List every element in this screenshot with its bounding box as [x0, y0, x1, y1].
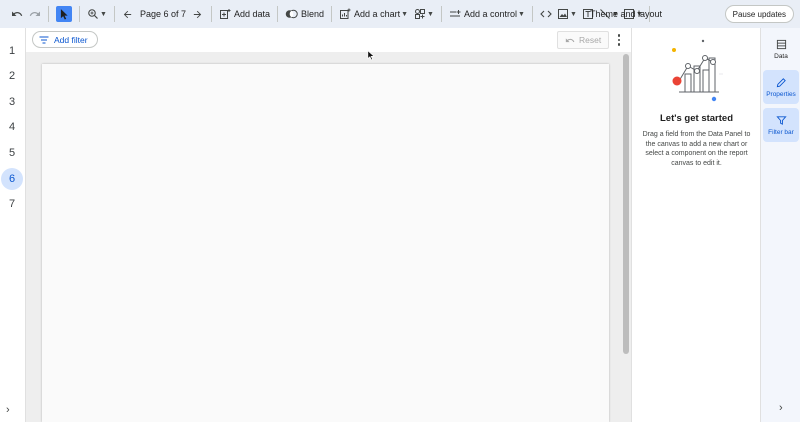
- pencil-icon: [776, 77, 786, 87]
- canvas-header: Add filter Reset: [26, 28, 631, 52]
- panel-title: Let's get started: [660, 113, 733, 124]
- theme-and-layout-button[interactable]: Theme and layout: [590, 9, 662, 19]
- chevron-down-icon: ▼: [401, 10, 409, 18]
- blend-label: Blend: [301, 9, 325, 19]
- add-control-label: Add a control: [463, 9, 517, 19]
- control-icon: [449, 10, 461, 17]
- redo-button[interactable]: [26, 3, 44, 25]
- page-indicator: Page 6 of 7: [139, 9, 186, 19]
- page-list: 1 2 3 4 5 6 7 ›: [0, 28, 26, 422]
- add-data-button[interactable]: Add data: [216, 3, 273, 25]
- pointer-icon: [60, 8, 68, 19]
- zoom-icon: [88, 9, 98, 19]
- right-rail: Data Properties Filter bar ›: [760, 28, 800, 422]
- toolbar-divider: [531, 6, 533, 22]
- filter-lines-icon: [39, 36, 49, 43]
- toolbar-divider: [79, 6, 80, 22]
- chevron-down-icon: ▼: [569, 10, 577, 18]
- embed-code-button[interactable]: [537, 3, 555, 25]
- rail-data-label: Data: [774, 52, 788, 60]
- rail-item-filter-bar[interactable]: Filter bar: [763, 108, 799, 142]
- add-chart-icon: [340, 8, 351, 19]
- redo-icon: [29, 11, 40, 16]
- expand-pages-icon[interactable]: ›: [6, 404, 10, 416]
- pause-updates-label: Pause updates: [732, 9, 786, 19]
- add-chart-button[interactable]: Add a chart ▼: [336, 3, 411, 25]
- blend-button[interactable]: Blend: [282, 3, 327, 25]
- zoom-button[interactable]: ▼: [84, 3, 110, 25]
- panel-description: Drag a field from the Data Panel to the …: [642, 131, 751, 167]
- page-item-5[interactable]: 5: [1, 142, 23, 164]
- blend-icon: [285, 9, 298, 19]
- toolbar: ▼ Page 6 of 7 Add data Blend Add a chart…: [0, 0, 800, 28]
- toolbar-divider: [277, 6, 279, 22]
- reset-label: Reset: [579, 35, 602, 45]
- reset-icon: [565, 37, 575, 42]
- undo-icon: [12, 11, 23, 16]
- canvas-scrollbar[interactable]: [623, 54, 629, 354]
- rail-properties-label: Properties: [766, 90, 796, 98]
- page-item-2[interactable]: 2: [1, 65, 23, 87]
- rail-item-data[interactable]: Data: [763, 32, 799, 66]
- add-filter-label: Add filter: [54, 34, 88, 45]
- chevron-down-icon: ▼: [518, 10, 525, 18]
- add-data-icon: [219, 9, 231, 19]
- toolbar-divider: [113, 6, 115, 22]
- rail-filter-bar-label: Filter bar: [768, 128, 794, 136]
- add-chart-label: Add a chart: [354, 9, 401, 19]
- reset-button[interactable]: Reset: [557, 31, 610, 49]
- rail-item-properties[interactable]: Properties: [763, 70, 799, 104]
- add-control-button[interactable]: Add a control ▼: [446, 3, 528, 25]
- previous-page-button[interactable]: [119, 3, 137, 25]
- page-item-7[interactable]: 7: [1, 193, 23, 215]
- add-data-label: Add data: [233, 9, 271, 19]
- report-canvas[interactable]: [42, 64, 609, 422]
- undo-button[interactable]: [8, 3, 26, 25]
- select-tool-button[interactable]: [56, 6, 72, 22]
- image-button[interactable]: ▼: [555, 3, 579, 25]
- chevron-down-icon: ▼: [427, 10, 434, 18]
- data-table-icon: [776, 39, 786, 49]
- next-page-button[interactable]: [189, 3, 207, 25]
- toolbar-divider: [440, 6, 442, 22]
- page-item-6[interactable]: 6: [1, 168, 23, 190]
- toolbar-divider: [210, 6, 212, 22]
- mouse-cursor-icon: [367, 50, 375, 61]
- add-filter-button[interactable]: Add filter: [32, 31, 98, 48]
- code-icon: [540, 10, 552, 18]
- pause-updates-button[interactable]: Pause updates: [724, 5, 794, 23]
- arrow-left-icon: [124, 10, 132, 18]
- page-item-1[interactable]: 1: [1, 40, 23, 62]
- toolbar-divider: [331, 6, 333, 22]
- page-item-4[interactable]: 4: [1, 116, 23, 138]
- add-component-button[interactable]: ▼: [411, 3, 437, 25]
- filter-icon: [775, 115, 787, 125]
- getting-started-illustration: [672, 39, 723, 102]
- page-item-3[interactable]: 3: [1, 91, 23, 113]
- chevron-down-icon: ▼: [100, 10, 107, 18]
- expand-panel-icon[interactable]: ›: [779, 402, 783, 414]
- more-options-icon[interactable]: [614, 32, 624, 48]
- image-icon: [557, 9, 568, 19]
- components-icon: [415, 9, 426, 19]
- properties-panel: Let's get started Drag a field from the …: [631, 28, 760, 422]
- arrow-right-icon: [194, 10, 202, 18]
- toolbar-divider: [48, 6, 49, 22]
